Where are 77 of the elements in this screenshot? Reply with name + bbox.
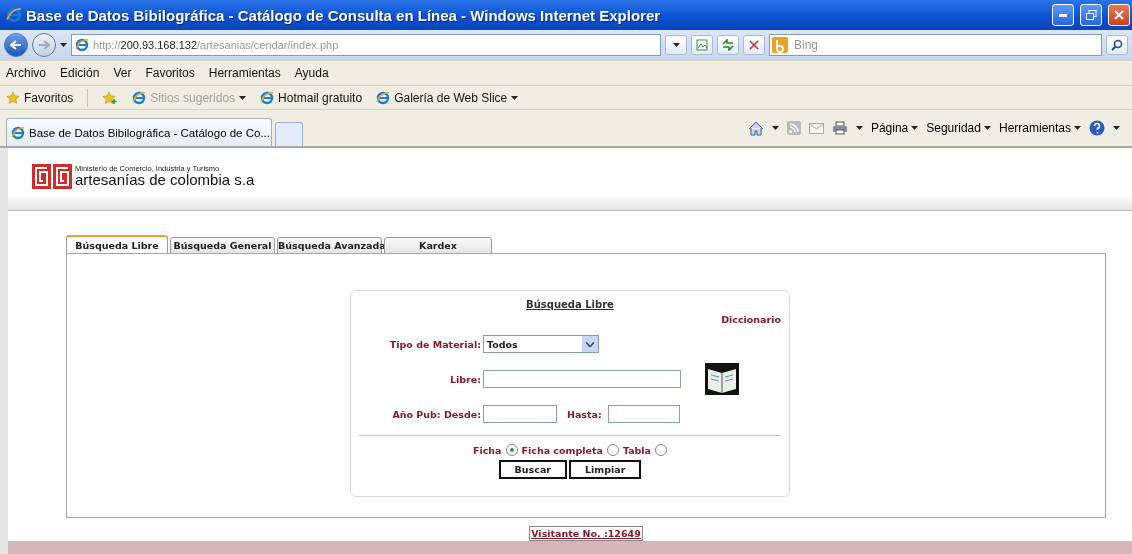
- back-arrow-icon: [10, 40, 22, 50]
- favorites-link[interactable]: Hotmail gratuito: [260, 90, 363, 105]
- input-field[interactable]: [607, 405, 680, 424]
- refresh-icon: [722, 39, 734, 51]
- printer-icon[interactable]: [831, 121, 848, 135]
- picture-icon: [696, 39, 708, 51]
- menu-item[interactable]: Archivo: [6, 66, 46, 80]
- dropdown-button[interactable]: [665, 35, 687, 55]
- menu-item[interactable]: Edición: [60, 66, 100, 80]
- visitor-counter: Visitante No. :12649: [529, 526, 643, 542]
- ie-logo-icon: [132, 90, 147, 105]
- refresh-button[interactable]: [717, 35, 739, 55]
- ie-logo-icon: [6, 7, 22, 23]
- minimize-button[interactable]: [1052, 4, 1074, 26]
- close-button[interactable]: [1108, 4, 1130, 26]
- browser-tab[interactable]: Base de Datos Bibilográfica - Catálogo de Co...: [6, 118, 272, 146]
- caret-icon: [911, 126, 919, 130]
- address-field[interactable]: http://200.93.168.132/artesanias/cendar/index.php: [71, 34, 661, 56]
- radio-button[interactable]: [505, 444, 518, 457]
- caret-icon: [1113, 126, 1120, 130]
- search-box[interactable]: Bing: [769, 34, 1102, 56]
- form-button[interactable]: Limpiar: [569, 460, 642, 480]
- ie-logo-icon: [260, 90, 275, 105]
- close-icon: [1114, 10, 1124, 20]
- caret-icon: [855, 126, 863, 130]
- form-title: Búsqueda Libre: [526, 299, 614, 311]
- field-label: Hasta:: [566, 408, 603, 420]
- menu-item[interactable]: Herramientas: [208, 66, 281, 80]
- forward-arrow-icon: [38, 40, 50, 50]
- command-menu[interactable]: Herramientas: [998, 121, 1081, 135]
- caret-icon: [60, 43, 67, 47]
- forward-button[interactable]: [32, 33, 56, 57]
- material-select[interactable]: Todos: [483, 335, 599, 354]
- caret-icon: [771, 126, 779, 130]
- restore-icon: [1085, 10, 1097, 20]
- menu-item[interactable]: Ver: [113, 66, 132, 80]
- chevron-down-icon: [586, 341, 594, 347]
- star-icon: [6, 90, 20, 105]
- form-button[interactable]: Buscar: [498, 460, 567, 480]
- search-button[interactable]: [1106, 35, 1128, 55]
- radio-label: Ficha: [472, 444, 502, 456]
- back-button[interactable]: [4, 33, 28, 57]
- favorites-link[interactable]: Galería de Web Slice: [376, 90, 519, 105]
- command-menu[interactable]: Seguridad: [926, 121, 991, 135]
- window-title: Base de Datos Bibilográfica - Catálogo de Consulta en Línea - Windows Internet Explorer: [26, 6, 662, 24]
- field-label: Tipo de Material:: [388, 338, 482, 350]
- radio-button[interactable]: [606, 444, 619, 457]
- stop-button[interactable]: [743, 35, 765, 55]
- restore-button[interactable]: [1080, 4, 1102, 26]
- help-icon[interactable]: [1089, 120, 1105, 136]
- stop-icon: [749, 40, 759, 50]
- caret-icon: [983, 126, 991, 130]
- menu-item[interactable]: Ayuda: [294, 66, 329, 80]
- caret-icon: [1074, 126, 1081, 130]
- search-icon: [1111, 39, 1123, 51]
- command-menu[interactable]: Página: [870, 121, 919, 135]
- favorites-button[interactable]: Favoritos: [6, 90, 74, 105]
- input-field[interactable]: [483, 405, 557, 424]
- field-label: Libre:: [448, 373, 482, 385]
- add-favorite-icon[interactable]: [102, 90, 119, 105]
- minimize-icon: [1059, 13, 1067, 17]
- brand-name: artesanías de colombia s.a: [75, 172, 255, 188]
- menu-item[interactable]: Favoritos: [145, 66, 195, 80]
- radio-label: Tabla: [622, 444, 652, 456]
- search-provider-icon: [772, 37, 788, 53]
- book-icon[interactable]: [705, 363, 739, 396]
- ie-logo-icon: [376, 90, 391, 105]
- home-icon[interactable]: [747, 120, 764, 136]
- logo-icon: [32, 163, 72, 189]
- caret-icon: [672, 43, 680, 47]
- ie-logo-icon: [11, 125, 25, 140]
- field-label: Año Pub: Desde:: [391, 408, 482, 420]
- input-field[interactable]: [483, 370, 681, 389]
- radio-button[interactable]: [655, 444, 668, 457]
- radio-label: Ficha completa: [521, 444, 603, 456]
- dictionary-link[interactable]: Diccionario: [721, 314, 781, 326]
- ie-logo-icon: [75, 38, 89, 52]
